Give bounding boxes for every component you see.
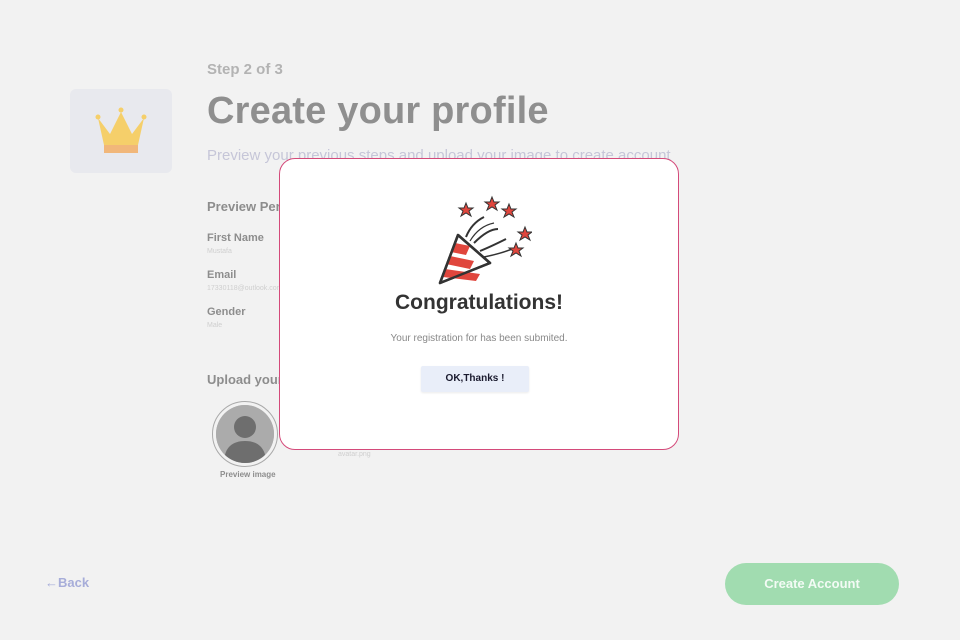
uploaded-file-name: avatar.png: [338, 451, 371, 458]
modal-title: Congratulations!: [395, 291, 563, 314]
user-silhouette-icon: [216, 405, 274, 463]
preview-image-label: Preview image: [220, 470, 276, 479]
crown-icon: [95, 107, 147, 153]
success-modal: Congratulations! Your registration for h…: [279, 158, 679, 450]
modal-message: Your registration for has been submited.: [390, 333, 568, 344]
party-popper-icon: [436, 195, 534, 292]
step-indicator: Step 2 of 3: [207, 61, 283, 78]
back-link[interactable]: ←Back: [45, 575, 89, 590]
create-account-button[interactable]: Create Account: [725, 563, 899, 605]
gender-label: Gender: [207, 306, 246, 318]
avatar-preview[interactable]: [212, 401, 278, 467]
email-label: Email: [207, 269, 237, 281]
page-title: Create your profile: [207, 90, 549, 132]
gender-value: Male: [207, 322, 223, 329]
logo-tile: [70, 89, 172, 173]
ok-thanks-button[interactable]: OK,Thanks !: [421, 366, 529, 392]
first-name-label: First Name: [207, 232, 264, 244]
arrow-left-icon: ←: [45, 575, 58, 590]
back-label: Back: [58, 575, 90, 590]
first-name-value: Mustafa: [207, 248, 232, 255]
email-value: 17330118@outlook.com: [207, 285, 283, 292]
